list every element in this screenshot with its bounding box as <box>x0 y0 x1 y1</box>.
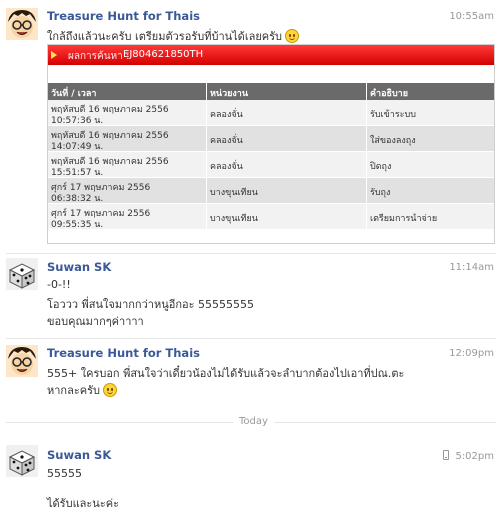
smile-emoji-icon <box>103 383 117 397</box>
message-group: Treasure Hunt for Thais 12:09pm 555+ ใคร… <box>0 338 502 402</box>
tracking-table-header: วันที่ / เวลา หน่วยงาน คำอธิบาย <box>48 83 494 100</box>
message-group: Treasure Hunt for Thais 10:55am ใกล้ถึงแ… <box>0 0 502 250</box>
row-description: ปิดถุง <box>370 162 392 172</box>
tracking-table-row: พฤหัสบดี 16 พฤษภาคม 2556 15:51:57 น. คลอ… <box>48 152 494 178</box>
message-text: 555+ ใครบอก พี่สนใจว่าเดี๋ยวน้องไม่ได้รั… <box>47 367 405 380</box>
mobile-phone-icon <box>443 450 450 460</box>
row-time: 10:57:36 น. <box>51 116 104 126</box>
row-unit: คลองจั่น <box>210 136 243 146</box>
tracking-screenshot-attachment[interactable]: ผลการค้นหา : EJ804621850TH วันที่ / เวลา… <box>47 44 495 244</box>
tracking-table-row: พฤหัสบดี 16 พฤษภาคม 2556 10:57:36 น. คลอ… <box>48 100 494 126</box>
message-text: 55555 <box>47 467 82 480</box>
message-text: -0-!! <box>47 278 71 291</box>
message-timestamp: 10:55am <box>449 11 494 22</box>
tracking-table-row: ศุกร์ 17 พฤษภาคม 2556 06:38:32 น. บางขุน… <box>48 178 494 204</box>
row-unit: คลองจั่น <box>210 162 243 172</box>
row-description: รับเข้าระบบ <box>370 110 416 120</box>
column-header-unit: หน่วยงาน <box>210 89 249 99</box>
tracking-result-label: ผลการค้นหา : <box>68 51 130 62</box>
message-text-content: ใกล้ถึงแล้วนะครับ เตรียมตัวรอรับที่บ้านไ… <box>47 30 283 43</box>
row-unit: คลองจั่น <box>210 110 243 120</box>
sender-name[interactable]: Treasure Hunt for Thais <box>47 346 200 360</box>
tracking-table-row: ศุกร์ 17 พฤษภาคม 2556 09:55:35 น. บางขุน… <box>48 204 494 230</box>
row-unit: บางขุนเทียน <box>210 188 258 198</box>
tracking-table-row: พฤหัสบดี 16 พฤษภาคม 2556 14:07:49 น. คลอ… <box>48 126 494 152</box>
column-header-description: คำอธิบาย <box>370 89 409 99</box>
row-description: ใส่ของลงถุง <box>370 136 416 146</box>
row-time: 14:07:49 น. <box>51 142 104 152</box>
dice-icon <box>6 258 38 290</box>
sender-name[interactable]: Suwan SK <box>47 448 111 462</box>
smile-emoji-icon <box>285 29 300 43</box>
cartoon-face-icon <box>6 345 38 377</box>
sender-avatar[interactable] <box>6 8 38 40</box>
sender-avatar[interactable] <box>6 258 38 290</box>
sender-avatar[interactable] <box>6 345 38 377</box>
message-text: ใกล้ถึงแล้วนะครับ เตรียมตัวรอรับที่บ้านไ… <box>47 27 300 45</box>
tracking-result-bar: ผลการค้นหา : EJ804621850TH <box>48 45 494 65</box>
message-text: โอววว พี่สนใจมากกว่าหนูอีกอะ 55555555 <box>47 298 254 311</box>
dice-icon <box>6 445 38 477</box>
timestamp-text: 5:02pm <box>455 451 494 462</box>
message-text: ขอบคุณมากๆค่าาาา <box>47 315 144 328</box>
message-group: Suwan SK 5:02pm 55555 ได้รับและนะค่ะ <box>0 440 502 515</box>
column-header-datetime: วันที่ / เวลา <box>51 89 97 99</box>
sender-avatar[interactable] <box>6 445 38 477</box>
arrow-right-icon <box>51 51 57 59</box>
message-timestamp: 12:09pm <box>449 348 494 359</box>
row-time: 06:38:32 น. <box>51 194 104 204</box>
sender-name[interactable]: Treasure Hunt for Thais <box>47 9 200 23</box>
message-timestamp: 11:14am <box>449 262 494 273</box>
message-group: Suwan SK 11:14am -0-!! โอววว พี่สนใจมากก… <box>0 253 502 333</box>
row-description: เตรียมการนำจ่าย <box>370 214 438 224</box>
column-divider <box>206 83 207 243</box>
tracking-code: EJ804621850TH <box>123 49 204 60</box>
row-unit: บางขุนเทียน <box>210 214 258 224</box>
date-separator-label: Today <box>233 416 274 427</box>
row-time: 09:55:35 น. <box>51 220 104 230</box>
message-text: ได้รับและนะค่ะ <box>47 497 119 510</box>
column-divider <box>366 83 367 243</box>
message-timestamp: 5:02pm <box>443 450 494 462</box>
message-text-content: หากละครับ <box>47 384 100 397</box>
sender-name[interactable]: Suwan SK <box>47 260 111 274</box>
row-description: รับถุง <box>370 188 391 198</box>
row-time: 15:51:57 น. <box>51 168 104 178</box>
message-text: หากละครับ <box>47 381 117 399</box>
cartoon-face-icon <box>6 8 38 40</box>
